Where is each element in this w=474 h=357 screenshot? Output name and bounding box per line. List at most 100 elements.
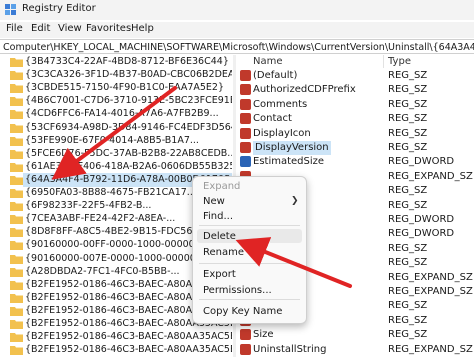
value-type: REG_SZ — [388, 300, 428, 312]
tree-item-label: {8D8F8FF-A8C5-4BE2-9B15-FDC5621... — [25, 226, 214, 238]
value-type: REG_SZ — [388, 113, 428, 125]
folder-icon — [10, 228, 23, 238]
value-type: REG_SZ — [388, 185, 428, 197]
menu-edit[interactable]: Edit — [31, 23, 50, 34]
tree-item-label: {3C3CA326-3F1D-4B37-B0AD-CBC06B2DEAA} — [25, 69, 232, 81]
string-value-icon — [240, 98, 251, 110]
menu-separator — [199, 299, 300, 300]
value-name: DisplayIcon — [253, 127, 311, 139]
column-header-name[interactable]: Name — [253, 56, 283, 67]
value-row[interactable]: DisplayVersion REG_SZ — [236, 141, 474, 155]
tree-item-label: {5FCE6D76-F5DC-37AB-B2B8-22AB8CEDB... — [25, 147, 232, 159]
menu-view[interactable]: View — [58, 23, 82, 34]
menu-favorites[interactable]: Favorites — [86, 23, 131, 34]
tree-item[interactable]: {61AE3A7-F406-418A-B2A6-0606DB55B325} — [0, 160, 232, 174]
tree-item[interactable]: {53CF6934-A98D-3D84-9146-FC4EDF3D5641} — [0, 121, 232, 135]
menu-item-copy-key-name[interactable]: Copy Key Name — [203, 306, 282, 317]
folder-icon — [10, 293, 23, 303]
tree-item[interactable]: {3C3CA326-3F1D-4B37-B0AD-CBC06B2DEAA} — [0, 68, 232, 82]
tree-item[interactable]: {4CD6FFC6-FA14-4016-A7A6-A7FB2B9... — [0, 107, 232, 121]
folder-icon — [10, 346, 23, 356]
value-name: Size — [253, 329, 274, 341]
folder-icon — [10, 280, 23, 290]
tree-item-label: {6F98233F-22F5-4FB2-B... — [25, 200, 152, 212]
value-type: REG_SZ — [388, 199, 428, 211]
tree-item-label: {6950FA03-8B88-4675-FB21CA17... — [25, 187, 196, 198]
string-value-icon — [240, 113, 251, 125]
folder-icon — [10, 333, 23, 343]
tree-item-label: {4CD6FFC6-FA14-4016-A7A6-A7FB2B9... — [25, 108, 219, 120]
tree-item-label: {53CF6934-A98D-3D84-9146-FC4EDF3D5641} — [25, 121, 232, 133]
column-divider[interactable] — [383, 55, 384, 68]
value-name: AuthorizedCDFPrefix — [253, 84, 356, 96]
menu-item-new[interactable]: New — [203, 196, 225, 207]
menu-item-rename[interactable]: Rename — [203, 247, 244, 258]
folder-icon — [10, 267, 23, 277]
folder-icon — [10, 71, 23, 81]
value-name: DisplayVersion — [253, 141, 331, 155]
value-row[interactable]: Comments REG_SZ — [236, 98, 474, 112]
menu-item-find[interactable]: Find... — [203, 211, 233, 222]
value-name: Comments — [253, 98, 308, 110]
tree-item[interactable]: {3B4733C4-22AF-4BD8-8712-BF6E36C44} — [0, 55, 232, 69]
value-row[interactable]: (Default) REG_SZ — [236, 69, 474, 83]
value-type: REG_DWORD — [388, 156, 455, 168]
tree-item[interactable]: {5FCE6D76-F5DC-37AB-B2B8-22AB8CEDB... — [0, 147, 232, 161]
tree-item-label: {B2FE1952-0186-46C3-BAEC-A80AA35AC5B8}_D… — [25, 331, 232, 343]
tree-item[interactable]: {B2FE1952-0186-46C3-BAEC-A80AA35AC5B8}_D… — [0, 330, 232, 344]
string-value-icon — [240, 70, 251, 81]
menu-item-expand[interactable]: Expand — [203, 181, 240, 192]
tree-item-label: {A28DBDA2-7FC1-4FC0-B5BB-... — [25, 265, 180, 277]
folder-icon — [10, 306, 23, 316]
menu-bar: File Edit View Favorites Help — [0, 22, 474, 38]
window-title: Registry Editor — [22, 3, 96, 14]
tree-item[interactable]: {3CBDE515-7150-4F90-B1C0-EAA7A5E2} — [0, 81, 232, 95]
menu-item-export[interactable]: Export — [203, 269, 236, 280]
value-type: REG_SZ — [388, 84, 428, 96]
value-type: REG_SZ — [388, 98, 428, 110]
tree-item-label: {3CBDE515-7150-4F90-B1C0-EAA7A5E2} — [25, 82, 225, 94]
folder-icon — [10, 254, 23, 264]
string-value-icon — [240, 84, 251, 96]
value-type: REG_SZ — [388, 314, 428, 326]
tree-item-label: {7CEA3ABF-FE24-42F2-A8EA-... — [25, 213, 176, 225]
value-name: UninstallString — [253, 343, 327, 355]
string-value-icon — [240, 329, 251, 341]
value-row[interactable]: EstimatedSize REG_DWORD — [236, 155, 474, 169]
tree-item[interactable]: {4B6C7001-C7D6-3710-913E-5BC23FCE91E} — [0, 94, 232, 108]
value-type: REG_SZ — [388, 70, 428, 81]
value-row[interactable]: Size REG_SZ — [236, 328, 474, 342]
folder-icon — [10, 58, 23, 67]
tree-item[interactable]: {53FE990E-67F0-4014-A8B5-B1A7... — [0, 134, 232, 148]
tree-item[interactable]: {B2FE1952-0186-46C3-BAEC-A80AA35AC5B8}_D… — [0, 343, 232, 357]
title-bar: Registry Editor — [0, 0, 474, 20]
folder-icon — [10, 110, 23, 120]
folder-icon — [10, 189, 23, 198]
value-name: (Default) — [253, 70, 298, 81]
value-row[interactable]: AuthorizedCDFPrefix REG_SZ — [236, 83, 474, 97]
value-type: REG_DWORD — [388, 214, 455, 225]
menu-help[interactable]: Help — [131, 23, 154, 34]
column-header-type[interactable]: Type — [388, 56, 411, 67]
value-row[interactable]: Contact REG_SZ — [236, 112, 474, 126]
value-row[interactable]: DisplayIcon REG_SZ — [236, 127, 474, 141]
folder-icon — [10, 97, 23, 107]
binary-value-icon — [240, 156, 251, 168]
menu-item-permissions[interactable]: Permissions... — [203, 285, 272, 296]
value-type: REG_EXPAND_SZ — [388, 286, 473, 297]
menu-item-delete[interactable]: Delete — [203, 231, 236, 242]
address-bar[interactable]: Computer\HKEY_LOCAL_MACHINE\SOFTWARE\Mic… — [0, 39, 474, 54]
tree-item-label: {61AE3A7-F406-418A-B2A6-0606DB55B325} — [25, 160, 232, 172]
value-type: REG_SZ — [388, 127, 428, 139]
folder-icon — [10, 320, 23, 329]
menu-file[interactable]: File — [6, 23, 23, 34]
value-type: REG_EXPAND_SZ — [388, 170, 473, 182]
tree-item-label: {4B6C7001-C7D6-3710-913E-5BC23FCE91E} — [25, 95, 232, 107]
value-type: REG_SZ — [388, 142, 428, 153]
value-type: REG_SZ — [388, 257, 428, 269]
folder-icon — [10, 136, 23, 146]
value-row[interactable]: UninstallString REG_EXPAND_SZ — [236, 343, 474, 357]
value-name: EstimatedSize — [253, 156, 325, 168]
string-value-icon — [240, 142, 251, 153]
value-type: REG_SZ — [388, 329, 428, 341]
